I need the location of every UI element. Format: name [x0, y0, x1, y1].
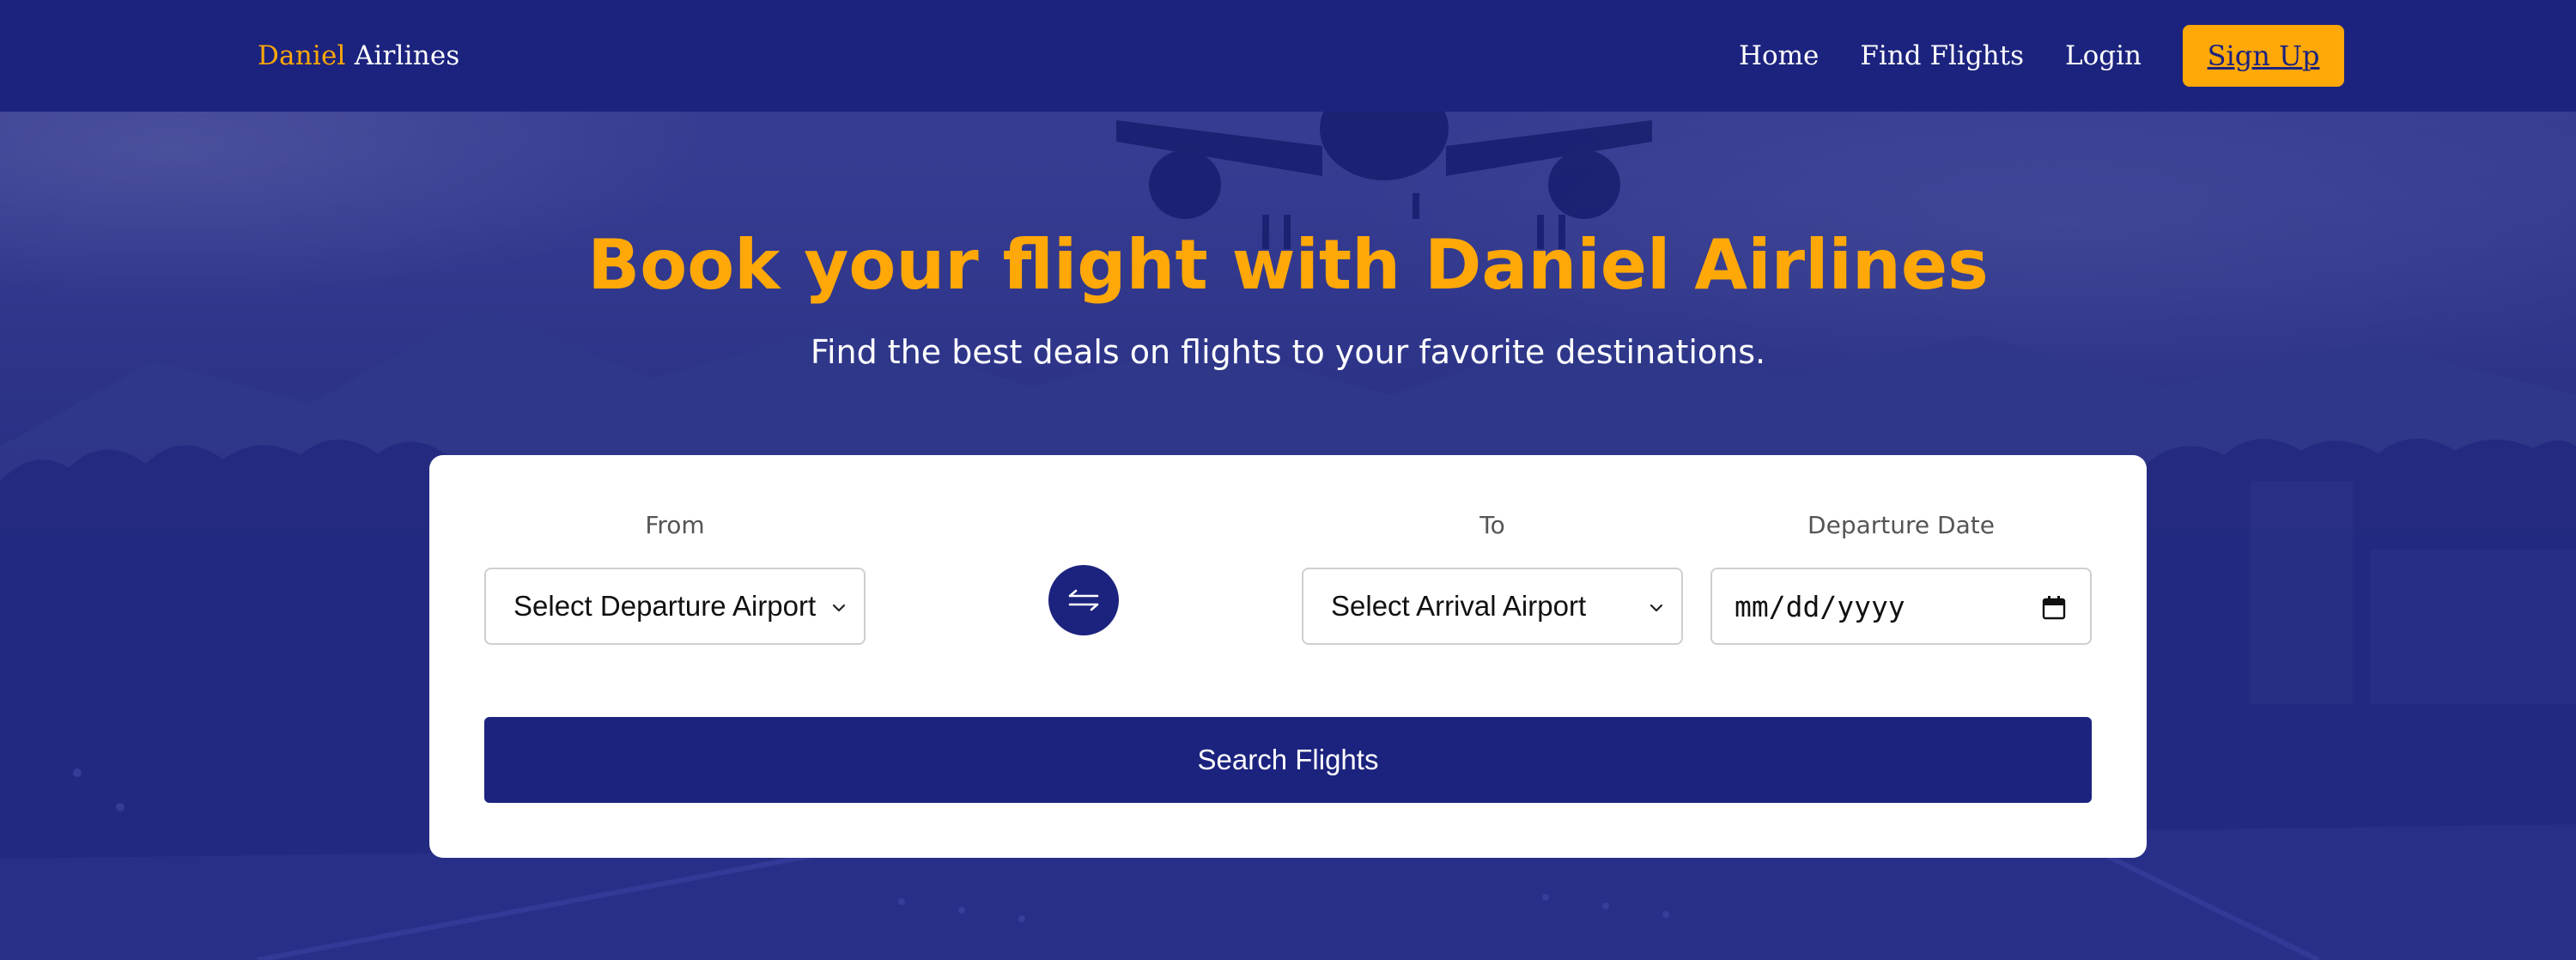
calendar-icon[interactable] — [2040, 594, 2068, 622]
chevron-down-icon — [1649, 604, 1663, 612]
flight-search-card: From Select Departure Airport To Select … — [429, 455, 2147, 858]
arrival-airport-value: Select Arrival Airport — [1331, 590, 1587, 622]
departure-date-input[interactable]: mm/dd/yyyy — [1710, 568, 2092, 645]
swap-arrows-icon — [1068, 589, 1099, 611]
departure-date-placeholder: mm/dd/yyyy — [1735, 589, 1905, 623]
departure-airport-value: Select Departure Airport — [513, 590, 817, 622]
brand-logo[interactable]: Daniel Airlines — [258, 40, 460, 71]
brand-name-first: Daniel — [258, 40, 346, 71]
nav-links: Home Find Flights Login Sign Up — [1739, 25, 2344, 87]
nav-link-home[interactable]: Home — [1739, 40, 1819, 71]
sign-up-button[interactable]: Sign Up — [2183, 25, 2344, 87]
arrival-airport-select[interactable]: Select Arrival Airport — [1302, 568, 1683, 645]
departure-date-label: Departure Date — [1807, 511, 1995, 539]
brand-name-second: Airlines — [345, 40, 460, 71]
from-label: From — [645, 511, 705, 539]
chevron-down-icon — [832, 604, 846, 612]
hero-title: Book your flight with Daniel Airlines — [587, 225, 1989, 305]
search-flights-button[interactable]: Search Flights — [484, 717, 2092, 803]
hero-subtitle: Find the best deals on flights to your f… — [810, 333, 1766, 371]
top-navbar: Daniel Airlines Home Find Flights Login … — [0, 0, 2576, 112]
nav-link-login[interactable]: Login — [2065, 40, 2142, 71]
page: Daniel Airlines Home Find Flights Login … — [0, 0, 2576, 960]
to-label: To — [1479, 511, 1505, 539]
departure-airport-select[interactable]: Select Departure Airport — [484, 568, 866, 645]
swap-airports-button[interactable] — [1048, 565, 1119, 635]
nav-link-find-flights[interactable]: Find Flights — [1860, 40, 2024, 71]
